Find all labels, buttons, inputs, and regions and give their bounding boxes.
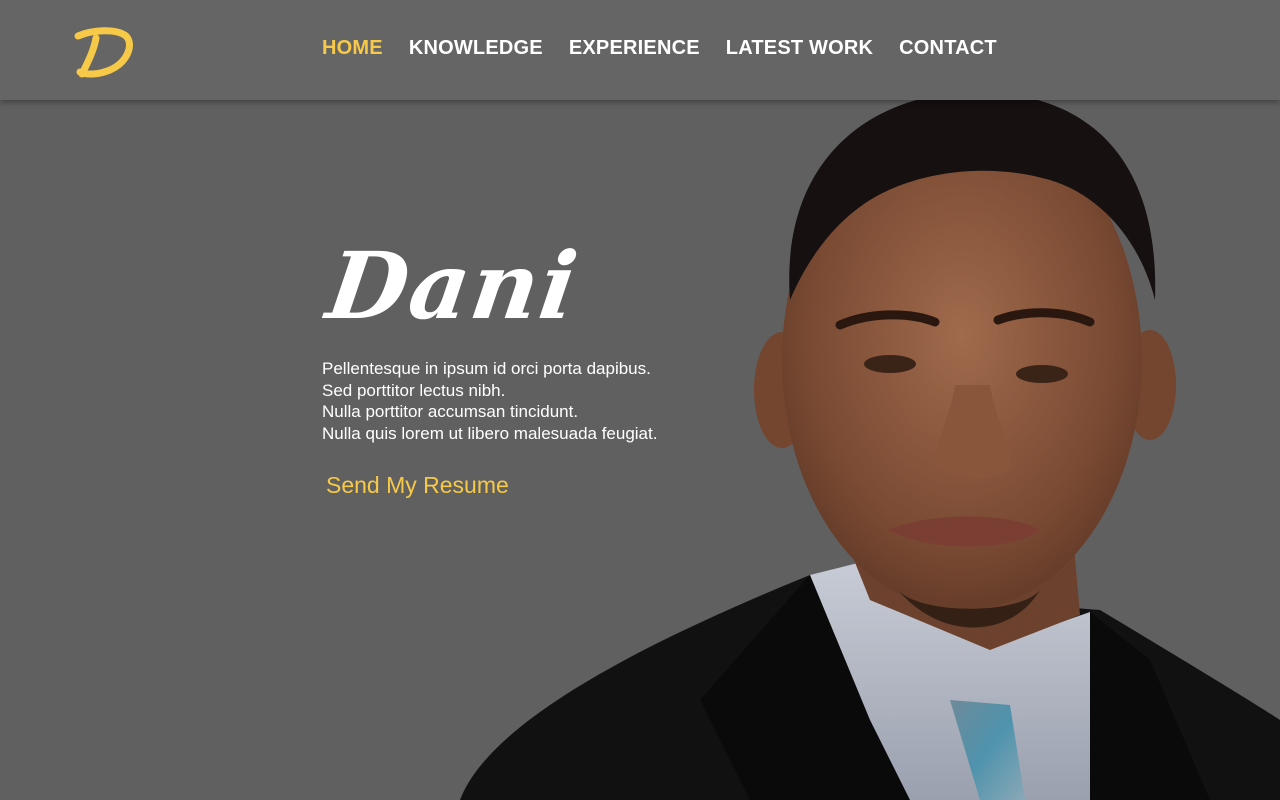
hero-line: Nulla porttitor accumsan tincidunt. (322, 402, 579, 421)
nav-item-latest-work[interactable]: LATEST WORK (726, 37, 873, 60)
hero-section: Dani Pellentesque in ipsum id orci porta… (321, 232, 702, 499)
hero-description: Pellentesque in ipsum id orci porta dapi… (322, 358, 702, 444)
send-resume-link[interactable]: Send My Resume (326, 472, 509, 499)
hero-line: Pellentesque in ipsum id orci porta dapi… (322, 359, 651, 378)
hero-line: Sed porttitor lectus nibh. (322, 380, 506, 400)
nav-item-experience[interactable]: EXPERIENCE (569, 37, 700, 60)
logo-d-icon[interactable] (72, 22, 134, 78)
nav-item-contact[interactable]: CONTACT (899, 37, 997, 60)
main-nav: HOME KNOWLEDGE EXPERIENCE LATEST WORK CO… (322, 37, 997, 60)
site-header: HOME KNOWLEDGE EXPERIENCE LATEST WORK CO… (0, 0, 1280, 100)
hero-line: Nulla quis lorem ut libero malesuada feu… (322, 423, 658, 443)
nav-item-home[interactable]: HOME (322, 37, 383, 60)
hero-name: Dani (320, 232, 586, 340)
nav-item-knowledge[interactable]: KNOWLEDGE (409, 37, 543, 60)
